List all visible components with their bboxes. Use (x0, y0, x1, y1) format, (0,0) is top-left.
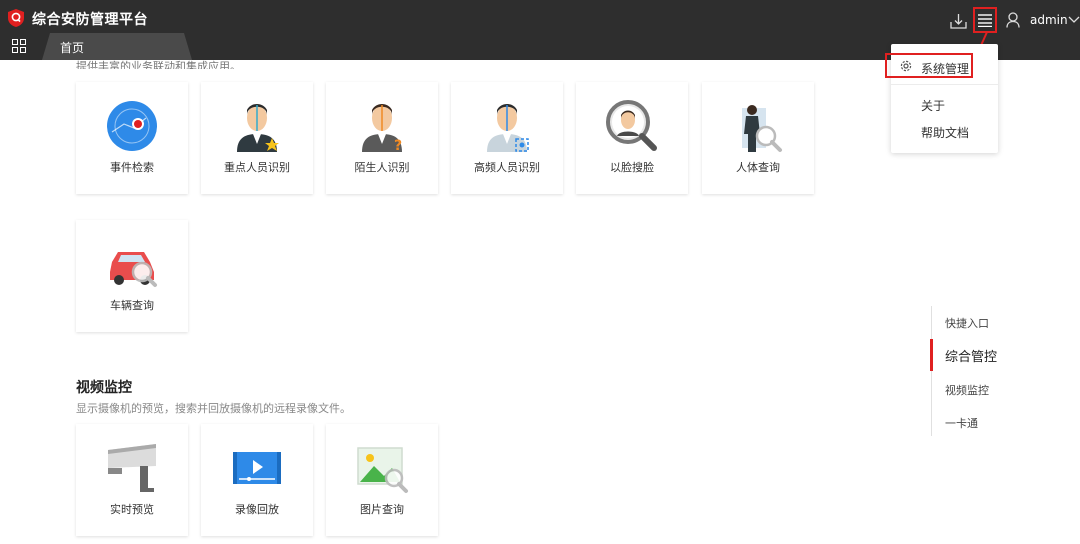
card-label: 陌生人识别 (354, 161, 410, 174)
stranger-icon: ? (362, 104, 402, 154)
card-frequent-person[interactable]: 高频人员识别 (451, 82, 563, 194)
card-image-query[interactable]: 图片查询 (326, 424, 438, 536)
card-label: 录像回放 (235, 503, 279, 516)
image-query-icon (357, 447, 408, 493)
anchor-integrated-control[interactable]: 综合管控 (945, 346, 997, 365)
menu-divider (891, 84, 998, 85)
key-person-icon (237, 104, 279, 152)
event-search-icon (107, 101, 157, 151)
menu-item-help-docs[interactable]: 帮助文档 (891, 124, 998, 142)
anchor-video-monitoring[interactable]: 视频监控 (945, 382, 989, 398)
hamburger-icon (978, 14, 992, 27)
apps-grid-icon[interactable] (12, 39, 26, 53)
card-label: 重点人员识别 (224, 161, 290, 174)
app-title: 综合安防管理平台 (32, 12, 148, 28)
card-label: 事件检索 (110, 161, 154, 174)
frequent-person-icon (487, 104, 529, 152)
svg-text:?: ? (394, 138, 402, 154)
card-body-query[interactable]: 人体查询 (702, 82, 814, 194)
anchor-nav-line (931, 306, 932, 436)
card-label: 图片查询 (360, 503, 404, 516)
shield-logo-icon (8, 9, 24, 27)
card-label: 人体查询 (736, 161, 780, 174)
vehicle-query-icon (110, 252, 157, 287)
chevron-down-icon[interactable] (1068, 16, 1080, 24)
download-icon[interactable] (950, 12, 967, 29)
card-event-search[interactable]: 事件检索 (76, 82, 188, 194)
card-vehicle-query[interactable]: 车辆查询 (76, 220, 188, 332)
menu-item-about[interactable]: 关于 (891, 97, 998, 115)
card-playback[interactable]: 录像回放 (201, 424, 313, 536)
card-face-search[interactable]: 以脸搜脸 (576, 82, 688, 194)
user-icon[interactable] (1006, 12, 1020, 28)
tab-home-label: 首页 (60, 41, 85, 55)
card-label: 实时预览 (110, 503, 154, 516)
face-search-icon (606, 100, 657, 151)
annotation-highlight-box (885, 53, 973, 78)
card-live-preview[interactable]: 实时预览 (76, 424, 188, 536)
anchor-active-indicator (930, 339, 933, 371)
section-title-video: 视频监控 (76, 380, 132, 396)
anchor-one-card[interactable]: 一卡通 (945, 415, 978, 431)
body-query-icon (742, 105, 782, 152)
card-label: 以脸搜脸 (610, 161, 654, 174)
anchor-quick-entry[interactable]: 快捷入口 (945, 315, 989, 331)
card-key-person[interactable]: 重点人员识别 (201, 82, 313, 194)
card-label: 车辆查询 (110, 299, 154, 312)
card-stranger[interactable]: ? 陌生人识别 (326, 82, 438, 194)
section-description-video: 显示摄像机的预览，搜索并回放摄像机的远程录像文件。 (76, 402, 351, 415)
user-name[interactable]: admin (1030, 13, 1068, 27)
video-playback-icon (233, 452, 281, 484)
camera-icon (108, 444, 156, 492)
card-label: 高频人员识别 (474, 161, 540, 174)
section-description: 提供丰富的业务联动和集成应用。 (76, 60, 241, 69)
